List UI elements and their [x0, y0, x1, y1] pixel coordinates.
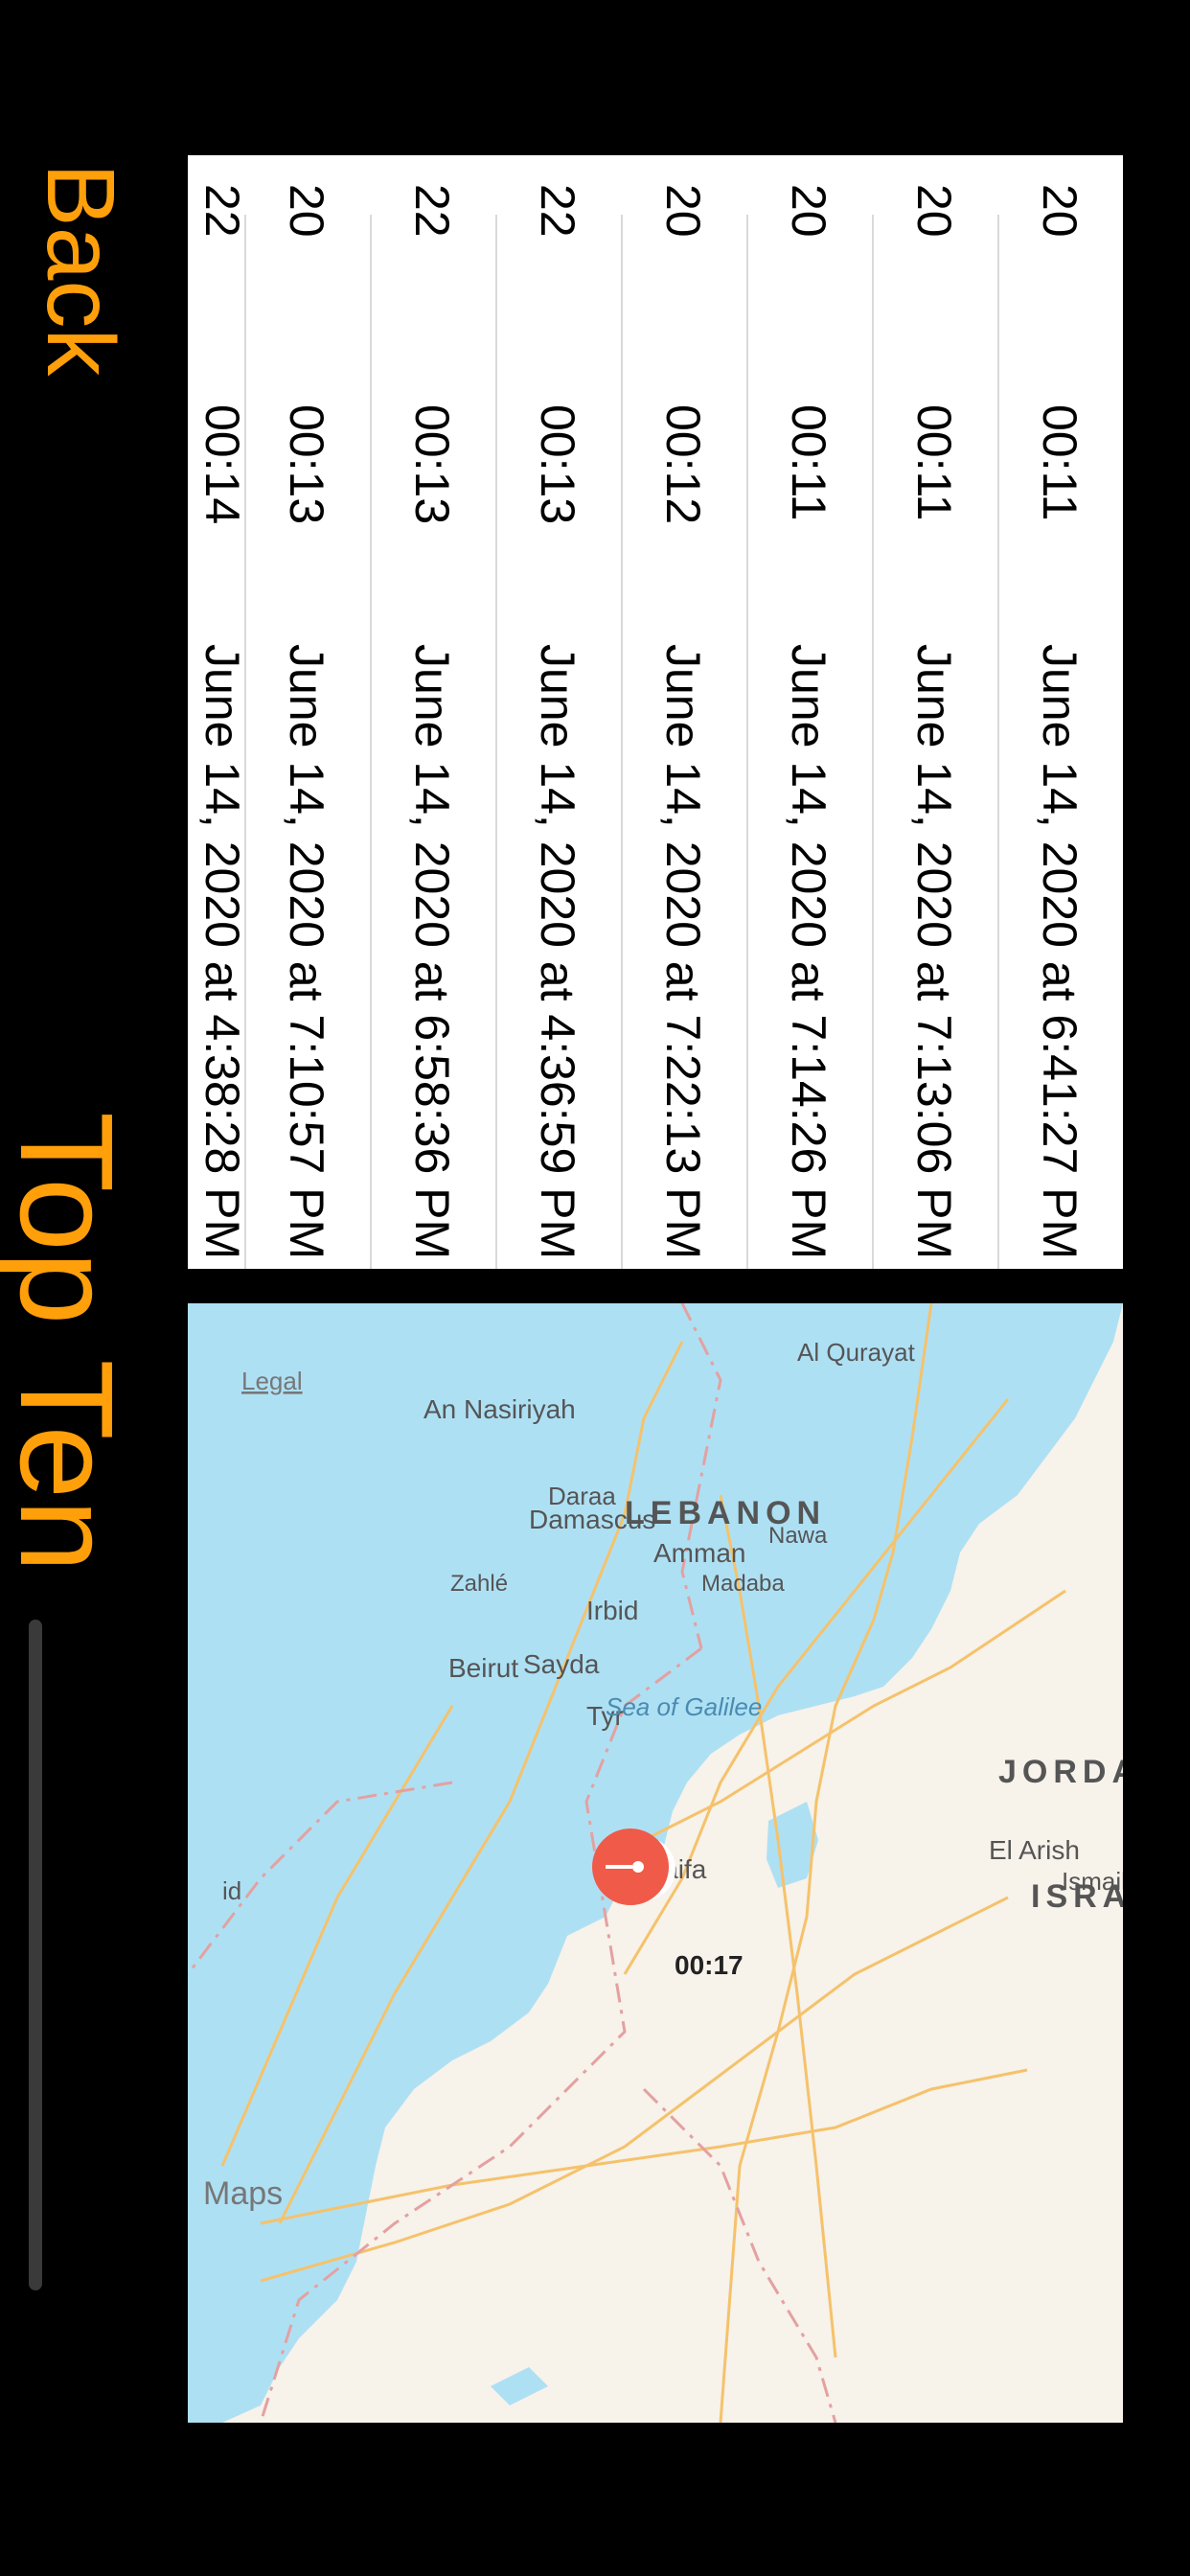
date-cell: June 14, 2020 at 6:41:27 PM	[1033, 644, 1087, 1260]
maps-brand: Maps	[203, 2175, 283, 2212]
city-label: Amman	[653, 1538, 745, 1568]
city-label: Ismailia	[1062, 1867, 1123, 1896]
table-row[interactable]: 22 00:13 June 14, 2020 at 6:58:36 PM	[370, 155, 495, 1269]
date-cell: June 14, 2020 at 7:14:26 PM	[782, 644, 836, 1260]
city-label: Daraa	[548, 1482, 616, 1510]
legal-link[interactable]: Legal	[241, 1367, 303, 1395]
city-label: Irbid	[586, 1596, 638, 1625]
table-row[interactable]: 22 00:14 June 14, 2020 at 4:38:28 PM	[188, 155, 244, 1269]
page-title: Top Ten	[0, 1112, 140, 1573]
city-label: Zahlé	[450, 1571, 508, 1597]
row-divider	[495, 215, 497, 1269]
row-divider	[370, 215, 372, 1269]
pin-label: 00:17	[675, 1950, 744, 1980]
date-cell: June 14, 2020 at 7:13:06 PM	[907, 644, 962, 1260]
date-cell: June 14, 2020 at 6:58:36 PM	[405, 644, 460, 1260]
pin-head-icon	[632, 1861, 644, 1873]
time-cell: 00:11	[907, 404, 962, 521]
city-label: Sayda	[523, 1649, 600, 1679]
results-table[interactable]: 20 00:11 June 14, 2020 at 6:41:27 PM 20 …	[188, 155, 1123, 1269]
city-label: id	[222, 1876, 241, 1905]
row-divider	[621, 215, 623, 1269]
country-label-jordan: JORDAN	[998, 1754, 1123, 1790]
row-divider	[244, 215, 246, 1269]
score-cell: 20	[1033, 184, 1087, 238]
table-row[interactable]: 20 00:11 June 14, 2020 at 6:41:27 PM	[997, 155, 1123, 1269]
time-cell: 00:11	[782, 404, 836, 521]
table-row[interactable]: 20 00:13 June 14, 2020 at 7:10:57 PM	[244, 155, 370, 1269]
date-cell: June 14, 2020 at 4:36:59 PM	[531, 644, 585, 1260]
city-label: Al Qurayat	[797, 1338, 916, 1367]
date-cell: June 14, 2020 at 7:22:13 PM	[656, 644, 711, 1260]
landscape-stage: Back Top Ten 20 00:11 June 14, 2020 at 6…	[0, 0, 1190, 2576]
time-cell: 00:13	[280, 404, 334, 525]
score-cell: 20	[656, 184, 711, 238]
table-row[interactable]: 22 00:13 June 14, 2020 at 4:36:59 PM	[495, 155, 621, 1269]
table-row[interactable]: 20 00:12 June 14, 2020 at 7:22:13 PM	[621, 155, 746, 1269]
time-cell: 00:13	[531, 404, 585, 525]
score-cell: 20	[907, 184, 962, 238]
time-cell: 00:14	[195, 404, 244, 525]
back-button[interactable]: Back	[27, 163, 134, 376]
table-row[interactable]: 20 00:11 June 14, 2020 at 7:13:06 PM	[872, 155, 997, 1269]
map-canvas[interactable]: LEBANON ISRAEL JORDAN An Nasiriyah Damas…	[188, 1303, 1123, 2423]
time-cell: 00:13	[405, 404, 460, 525]
score-cell: 22	[405, 184, 460, 238]
table-row[interactable]: 20 00:11 June 14, 2020 at 7:14:26 PM	[746, 155, 872, 1269]
time-cell: 00:12	[656, 404, 711, 525]
score-cell: 22	[195, 184, 244, 238]
date-cell: June 14, 2020 at 7:10:57 PM	[280, 644, 334, 1260]
date-cell: June 14, 2020 at 4:38:28 PM	[195, 644, 244, 1260]
horizontal-scroll-indicator[interactable]	[29, 1620, 42, 2290]
score-cell: 20	[782, 184, 836, 238]
map-view[interactable]: LEBANON ISRAEL JORDAN An Nasiriyah Damas…	[188, 1303, 1123, 2423]
city-label: An Nasiriyah	[423, 1394, 576, 1424]
city-label: Madaba	[701, 1571, 785, 1597]
score-cell: 20	[280, 184, 334, 238]
time-cell: 00:11	[1033, 404, 1087, 521]
row-divider	[997, 215, 999, 1269]
city-label: Beirut	[448, 1653, 518, 1683]
city-label: El Arish	[989, 1835, 1080, 1865]
row-divider	[872, 215, 874, 1269]
row-divider	[746, 215, 748, 1269]
score-cell: 22	[531, 184, 585, 238]
sea-label: Sea of Galilee	[606, 1692, 762, 1721]
city-label: Nawa	[768, 1523, 828, 1549]
